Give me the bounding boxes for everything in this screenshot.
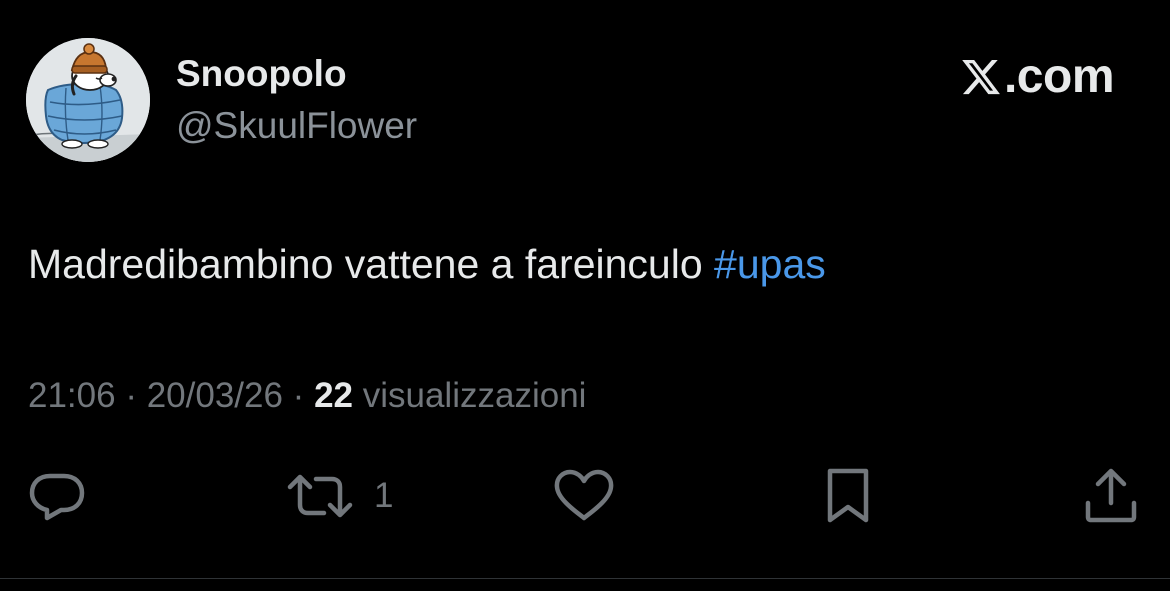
x-logo-icon: [962, 59, 1000, 95]
heart-icon: [554, 469, 614, 521]
repost-icon: [287, 474, 353, 518]
snoopy-avatar-image: [26, 38, 150, 162]
bottom-divider: [0, 578, 1170, 579]
bookmark-button[interactable]: [820, 466, 876, 526]
tweet-time[interactable]: 21:06: [28, 376, 116, 415]
views-count[interactable]: 22: [314, 376, 353, 415]
display-name[interactable]: Snoopolo: [176, 52, 347, 96]
brand-watermark: .com: [960, 50, 1115, 103]
share-button[interactable]: [1082, 466, 1140, 526]
tweet-date[interactable]: 20/03/26: [147, 376, 283, 415]
like-button[interactable]: [552, 466, 616, 526]
bookmark-icon: [827, 468, 869, 523]
meta-separator: ·: [115, 376, 147, 415]
tweet-card: Snoopolo @SkuulFlower .com Madredibambin…: [0, 0, 1170, 591]
repost-count[interactable]: 1: [374, 476, 393, 516]
brand-domain: .com: [1003, 50, 1115, 103]
reply-icon: [29, 473, 85, 521]
avatar[interactable]: [26, 38, 150, 162]
hashtag-link[interactable]: #upas: [714, 241, 826, 287]
tweet-text: Madredibambino vattene a fareinculo #upa…: [28, 238, 826, 290]
share-icon: [1085, 468, 1137, 523]
repost-button[interactable]: 1: [284, 466, 393, 526]
tweet-metadata: 21:06 · 20/03/26 · 22 visualizzazioni: [28, 374, 586, 418]
views-label[interactable]: visualizzazioni: [353, 376, 587, 415]
tweet-body-text: Madredibambino vattene a fareinculo: [28, 241, 715, 287]
meta-separator: ·: [282, 376, 315, 415]
user-handle[interactable]: @SkuulFlower: [176, 104, 417, 148]
reply-button[interactable]: [28, 466, 86, 526]
